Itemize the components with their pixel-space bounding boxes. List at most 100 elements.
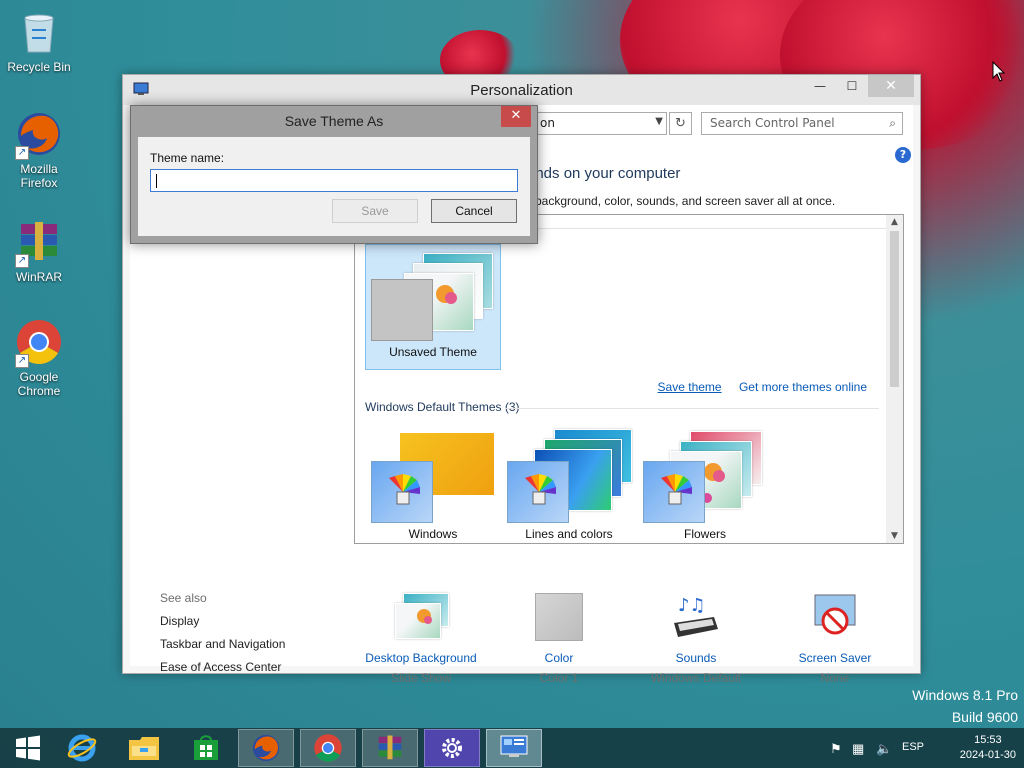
windows-watermark: Windows 8.1 Pro Build 9600	[912, 684, 1018, 728]
scroll-down-icon[interactable]: ▼	[886, 531, 903, 541]
desktop-background-icon	[393, 593, 449, 643]
bottom-item-value: Color 1	[539, 671, 579, 685]
store-icon	[194, 735, 218, 760]
theme-links: Save theme Get more themes online	[644, 380, 867, 394]
chevron-down-icon[interactable]: ▼	[655, 116, 663, 127]
desktop-background-button[interactable]: Desktop Background Slide Show	[356, 593, 486, 685]
theme-name-input[interactable]	[150, 169, 518, 192]
dialog-close-button[interactable]: ✕	[501, 106, 531, 127]
firefox-icon	[252, 734, 280, 762]
taskbar-control-panel[interactable]	[486, 729, 542, 767]
desktop-icon-label: Mozilla Firefox	[20, 162, 58, 190]
svg-text:♪♫: ♪♫	[678, 595, 706, 616]
page-subheading: p background, color, sounds, and screen …	[525, 194, 836, 208]
divider	[505, 408, 879, 409]
color-button[interactable]: Color Color 1	[494, 593, 624, 685]
close-button[interactable]: ✕	[868, 75, 914, 97]
desktop-icon-firefox[interactable]: ↗ Mozilla Firefox	[1, 110, 77, 190]
taskbar-firefox[interactable]	[238, 729, 294, 767]
window-titlebar[interactable]: Personalization — ☐ ✕	[123, 75, 920, 105]
taskbar-file-explorer[interactable]	[116, 729, 172, 767]
network-icon[interactable]: ▦	[852, 741, 864, 757]
winrar-icon	[378, 735, 402, 760]
text-caret	[156, 173, 157, 188]
maximize-button[interactable]: ☐	[836, 75, 868, 97]
dialog-title: Save Theme As	[284, 113, 384, 129]
taskbar-internet-explorer[interactable]	[54, 729, 110, 767]
volume-muted-icon[interactable]: 🔈	[876, 741, 892, 757]
theme-lines-and-colors[interactable]: Lines and colors	[501, 427, 637, 541]
shortcut-arrow-icon: ↗	[15, 354, 29, 368]
color-swatch	[643, 461, 705, 523]
theme-label: Windows	[408, 527, 458, 541]
clock[interactable]: 15:53 2024-01-30	[960, 733, 1016, 763]
bottom-item-title: Color	[544, 651, 574, 665]
address-bar[interactable]: on ▼	[535, 112, 667, 135]
desktop-icon-label: WinRAR	[15, 270, 62, 284]
see-also-caption: See also	[160, 591, 207, 605]
refresh-icon: ↻	[675, 116, 686, 131]
minimize-button[interactable]: —	[804, 75, 836, 97]
internet-explorer-icon	[67, 734, 97, 762]
system-tray: ⚑ ▦ 🔈 ESP 15:53 2024-01-30	[824, 728, 1024, 768]
sounds-button[interactable]: ♪♫ Sounds Windows Default	[631, 593, 761, 685]
bottom-item-value: Slide Show	[390, 671, 452, 685]
theme-thumbnail	[368, 245, 498, 345]
start-icon	[16, 735, 40, 761]
theme-thumbnail	[504, 427, 634, 527]
screen-saver-icon	[807, 593, 863, 643]
theme-windows[interactable]: Windows	[365, 427, 501, 541]
bottom-item-value: Windows Default	[650, 671, 742, 685]
bottom-item-title: Sounds	[675, 651, 717, 665]
search-input[interactable]: Search Control Panel ⌕	[701, 112, 903, 135]
clock-time: 15:53	[974, 734, 1002, 746]
file-explorer-icon	[129, 737, 159, 760]
scrollbar-thumb[interactable]	[890, 231, 899, 387]
see-also-taskbar-link[interactable]: Taskbar and Navigation	[160, 637, 285, 651]
shortcut-arrow-icon: ↗	[15, 254, 29, 268]
cancel-button[interactable]: Cancel	[431, 199, 517, 223]
bottom-item-title: Screen Saver	[798, 651, 872, 665]
desktop-icon-label: Recycle Bin	[7, 60, 71, 74]
search-placeholder: Search Control Panel	[710, 116, 835, 130]
desktop-icon-winrar[interactable]: ↗ WinRAR	[1, 218, 77, 284]
scroll-up-icon[interactable]: ▲	[886, 217, 903, 227]
help-icon[interactable]: ?	[895, 147, 911, 163]
see-also-display-link[interactable]: Display	[160, 614, 285, 628]
chrome-icon: ↗	[15, 318, 63, 368]
color-swatch	[507, 461, 569, 523]
theme-name-label: Theme name:	[150, 151, 225, 165]
refresh-button[interactable]: ↻	[669, 112, 692, 135]
theme-label: Flowers	[683, 527, 726, 541]
taskbar-store[interactable]	[178, 729, 234, 767]
taskbar-winrar[interactable]	[362, 729, 418, 767]
desktop-icon-chrome[interactable]: ↗ Google Chrome	[1, 318, 77, 398]
desktop: { "desktop": { "icons": [ {"label": "Rec…	[0, 0, 1024, 768]
chrome-icon	[314, 734, 342, 762]
input-language[interactable]: ESP	[902, 741, 924, 753]
vertical-scrollbar[interactable]: ▲ ▼	[886, 215, 903, 543]
theme-list: Unsaved Theme Save theme Get more themes…	[354, 214, 904, 544]
action-center-flag-icon[interactable]: ⚑	[830, 741, 842, 757]
sounds-icon: ♪♫	[668, 593, 724, 643]
taskbar-settings[interactable]	[424, 729, 480, 767]
save-theme-dialog: Save Theme As ✕ Theme name: Save Cancel	[130, 105, 538, 244]
page-heading: unds on your computer	[527, 165, 681, 182]
screen-saver-button[interactable]: Screen Saver None	[770, 593, 900, 685]
address-text: on	[540, 116, 555, 130]
save-button[interactable]: Save	[332, 199, 418, 223]
desktop-icon-recycle-bin[interactable]: Recycle Bin	[1, 8, 77, 74]
watermark-build: Build 9600	[951, 709, 1018, 725]
clock-date: 2024-01-30	[959, 749, 1016, 761]
save-theme-link[interactable]: Save theme	[658, 380, 722, 394]
see-also-ease-of-access-link[interactable]: Ease of Access Center	[160, 660, 285, 674]
color-swatch	[371, 279, 433, 341]
watermark-edition: Windows 8.1 Pro	[912, 687, 1018, 703]
theme-thumbnail	[640, 427, 770, 527]
get-more-themes-link[interactable]: Get more themes online	[739, 380, 867, 394]
color-swatch	[535, 593, 583, 641]
start-button[interactable]	[0, 729, 56, 767]
taskbar-chrome[interactable]	[300, 729, 356, 767]
theme-unsaved[interactable]: Unsaved Theme	[365, 244, 501, 370]
theme-flowers[interactable]: Flowers	[637, 427, 773, 541]
